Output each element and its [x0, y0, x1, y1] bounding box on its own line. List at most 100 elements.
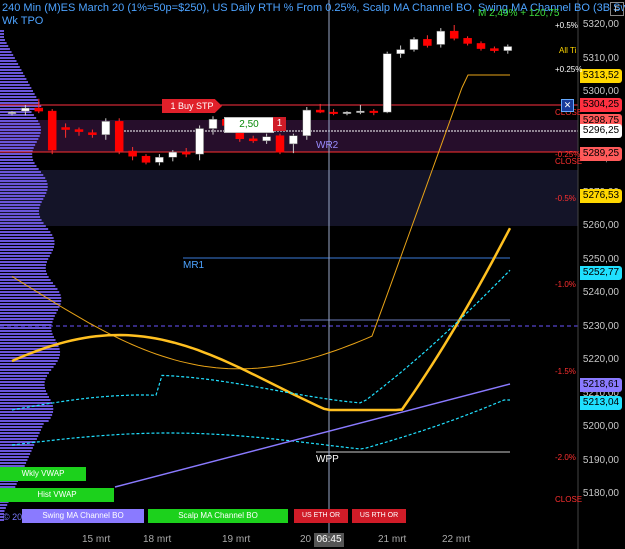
candle-body — [396, 49, 405, 54]
date-axis-label: 20 — [300, 534, 312, 545]
tpo-profile-bar — [0, 408, 54, 410]
tpo-profile-bar — [0, 279, 51, 281]
value-area-zone — [0, 170, 578, 226]
chart-window: 240 Min (M)ES March 20 (1%=50p=$250), US… — [0, 0, 625, 549]
candle-body — [476, 43, 486, 49]
swing-ma-channel-button[interactable]: Swing MA Channel BO — [22, 509, 144, 523]
tpo-profile-bar — [0, 366, 54, 368]
candle-body — [88, 132, 97, 135]
price-axis-tick: 5310,00 — [582, 52, 619, 64]
tpo-profile-bar — [0, 483, 17, 485]
wkly-vwap-button[interactable]: Wkly VWAP — [0, 467, 86, 481]
tpo-profile-bar — [0, 369, 52, 371]
tpo-profile-bar — [0, 246, 54, 248]
close-order-icon[interactable]: ✕ — [561, 99, 574, 112]
tpo-profile-bar — [0, 282, 53, 284]
tpo-profile-bar — [0, 456, 29, 458]
tpo-profile-bar — [0, 171, 42, 173]
tpo-profile-bar — [0, 363, 56, 365]
date-axis-label: 18 mrt — [143, 534, 172, 545]
date-axis-label: 22 mrt — [442, 534, 471, 545]
candle-body — [449, 30, 459, 39]
order-quantity-field[interactable]: 2,50 — [224, 117, 274, 133]
resistance-zone — [0, 120, 578, 152]
percent-level-label: -0.5% — [555, 194, 576, 203]
tpo-profile-bar — [0, 126, 41, 128]
tpo-profile-bar — [0, 36, 4, 38]
tpo-profile-bar — [0, 255, 50, 257]
tpo-profile-bar — [0, 189, 48, 191]
candle-body — [128, 150, 137, 157]
candle-body — [61, 127, 70, 130]
tpo-profile-bar — [0, 417, 51, 419]
tpo-profile-bar — [0, 141, 37, 143]
hist-vwap-button[interactable]: Hist VWAP — [0, 488, 114, 502]
tpo-profile-bar — [0, 180, 47, 182]
tpo-profile-bar — [0, 441, 36, 443]
price-axis-tick: 5320,00 — [582, 19, 619, 30]
tpo-profile-bar — [0, 63, 19, 65]
candle-body — [423, 39, 432, 46]
buy-stop-order-tag[interactable]: 1 Buy STP — [162, 99, 222, 113]
tpo-profile-bar — [0, 222, 44, 224]
tpo-profile-bar — [0, 342, 58, 344]
candle-body — [289, 135, 298, 145]
price-axis-tick: 5260,00 — [582, 220, 619, 231]
mr1-label: MR1 — [183, 260, 205, 271]
tpo-profile-bar — [0, 195, 45, 197]
tpo-profile-bar — [0, 249, 53, 251]
tpo-profile-bar — [0, 429, 41, 431]
tpo-profile-bar — [0, 114, 34, 116]
tpo-profile-bar — [0, 372, 49, 374]
tpo-profile-bar — [0, 348, 60, 350]
tpo-profile-bar — [0, 360, 58, 362]
tpo-profile-bar — [0, 156, 33, 158]
tpo-profile-bar — [0, 174, 44, 176]
price-label-box: 5313,52 — [580, 69, 622, 83]
tpo-profile-bar — [0, 81, 29, 83]
tpo-profile-bar — [0, 96, 37, 98]
candle-body — [47, 110, 57, 151]
tpo-profile-bar — [0, 462, 27, 464]
tpo-profile-bar — [0, 198, 44, 200]
tpo-profile-bar — [0, 426, 43, 428]
tpo-profile-bar — [0, 339, 56, 341]
percent-level-label: CLOSE — [555, 495, 583, 504]
percent-level-label: -1.5% — [555, 367, 576, 376]
tpo-profile-bar — [0, 90, 33, 92]
tpo-profile-bar — [0, 192, 47, 194]
tpo-profile-bar — [0, 69, 22, 71]
tpo-profile-bar — [0, 42, 7, 44]
tpo-profile-bar — [0, 438, 37, 440]
tpo-profile-bar — [0, 297, 62, 299]
tpo-profile-bar — [0, 387, 45, 389]
percent-level-label: +0.25% — [555, 65, 583, 74]
percent-level-label: -2.0% — [555, 453, 576, 462]
date-axis-label: 15 mrt — [82, 534, 111, 545]
tpo-profile-bar — [0, 72, 24, 74]
tpo-profile-bar — [0, 507, 6, 509]
scalp-ma-channel-button[interactable]: Scalp MA Channel BO — [148, 509, 288, 523]
candle-body — [195, 128, 204, 155]
tpo-profile-bar — [0, 159, 34, 161]
order-count-badge[interactable]: 1 — [273, 117, 286, 131]
price-label-box: 5289,25 — [580, 147, 622, 161]
price-chart[interactable] — [0, 0, 625, 549]
price-axis-tick: 5250,00 — [582, 253, 619, 265]
tpo-profile-bar — [0, 66, 20, 68]
candle-body — [302, 109, 312, 136]
candle-body — [315, 109, 325, 113]
tpo-profile-bar — [0, 237, 54, 239]
tpo-profile-bar — [0, 270, 47, 272]
us-eth-or-button[interactable]: US ETH OR — [294, 509, 348, 523]
us-rth-or-button[interactable]: US RTH OR — [352, 509, 406, 523]
window-corner-icon[interactable]: F — [610, 2, 624, 16]
tpo-profile-bar — [0, 243, 55, 245]
tpo-profile-bar — [0, 210, 39, 212]
tpo-profile-bar — [0, 234, 53, 236]
percent-level-label: +0.5% — [555, 21, 578, 30]
candle-body — [168, 151, 178, 158]
tpo-profile-bar — [0, 420, 49, 422]
price-label-box: 5252,77 — [580, 266, 622, 280]
candle-body — [262, 136, 271, 142]
